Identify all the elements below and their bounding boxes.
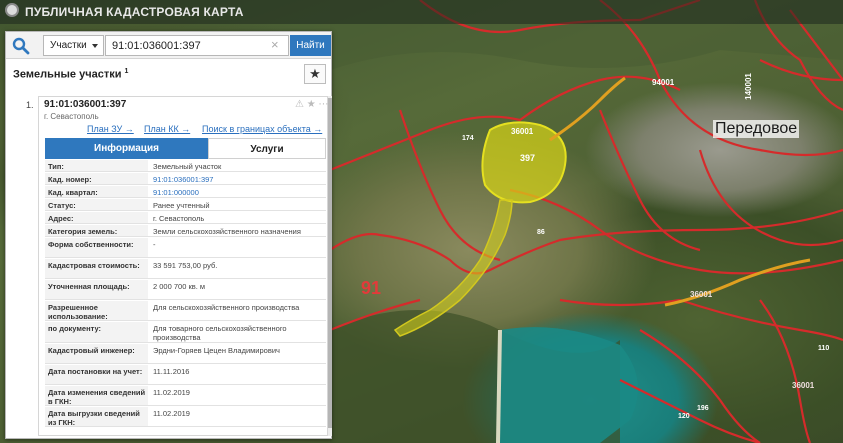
attribute-value: Для товарного сельскохозяйственного прои…	[153, 324, 287, 342]
attribute-value: Эрдни-Горяев Цецен Владимирович	[153, 346, 280, 355]
top-bar: ПУБЛИЧНАЯ КАДАСТРОВАЯ КАРТА	[0, 0, 843, 24]
attribute-value: Земельный участок	[153, 162, 222, 171]
attribute-value: -	[153, 240, 156, 249]
results-count: 1	[124, 68, 129, 75]
parcel-quarter-label: 36001	[511, 127, 534, 136]
plan-zu-link[interactable]: План ЗУ →	[87, 124, 134, 134]
attribute-key: Адрес:	[45, 212, 148, 223]
attribute-value: 33 591 753,00 руб.	[153, 261, 218, 270]
favorite-star-icon[interactable]: ★	[307, 99, 316, 110]
tab-services[interactable]: Услуги	[208, 138, 326, 159]
warning-icon[interactable]: ⚠	[295, 99, 304, 110]
results-title-text: Земельные участки	[13, 68, 122, 81]
attribute-key: Разрешенное использование:	[45, 301, 148, 321]
attribute-row: Кадастровый инженер: Эрдни-Горяев Цецен В…	[45, 344, 326, 364]
attribute-row: Дата изменения сведений в ГКН: 11.02.2019	[45, 386, 326, 406]
result-actions: ⚠ ★ ⋯	[295, 99, 329, 110]
search-icon[interactable]	[12, 37, 30, 55]
attribute-value: Земли сельскохозяйственного назначения	[153, 227, 301, 236]
find-button[interactable]: Найти	[290, 35, 331, 56]
attribute-key: Уточненная площадь:	[45, 280, 148, 299]
search-in-bounds-link[interactable]: Поиск в границах объекта →	[202, 124, 322, 134]
attribute-row: Категория земель: Земли сельскохозяйствен…	[45, 225, 326, 237]
attribute-row: Адрес: г. Севастополь	[45, 212, 326, 224]
lot-label-196: 196	[697, 405, 709, 412]
rosreestr-logo-icon	[5, 3, 19, 17]
attribute-row: Форма собственности: -	[45, 238, 326, 258]
attribute-key: Категория земель:	[45, 225, 148, 236]
lot-label-86: 86	[537, 229, 545, 236]
attribute-row: по документу: Для товарного сельскохозяйс…	[45, 322, 326, 343]
app-title: ПУБЛИЧНАЯ КАДАСТРОВАЯ КАРТА	[25, 5, 244, 19]
search-input[interactable]	[105, 35, 289, 56]
attribute-row: Кад. квартал: 91:01:000000	[45, 186, 326, 198]
parcel-number-label: 397	[520, 153, 536, 163]
result-city: г. Севастополь	[44, 112, 99, 121]
village-label: Передовое	[713, 120, 800, 138]
tab-information[interactable]: Информация	[45, 138, 208, 159]
lot-label-b: 140001	[743, 73, 753, 100]
attribute-value: Для сельскохозяйственного производства	[153, 303, 300, 312]
attribute-row: Тип: Земельный участок	[45, 160, 326, 172]
object-type-value: Участки	[50, 40, 87, 51]
attribute-key: Дата выгрузки сведений из ГКН:	[45, 407, 148, 427]
attribute-key: Дата постановки на учет:	[45, 365, 148, 384]
attribute-value[interactable]: 91:01:000000	[153, 186, 323, 197]
attribute-value[interactable]: 91:01:036001:397	[153, 173, 323, 184]
result-index: 1.	[26, 100, 34, 110]
results-title: Земельные участки 1	[13, 68, 128, 81]
attribute-value: 11.11.2016	[153, 367, 190, 376]
attribute-row: Кадастровая стоимость: 33 591 753,00 руб.	[45, 259, 326, 279]
scrollbar-thumb[interactable]	[328, 98, 332, 428]
attribute-row: Кад. номер: 91:01:036001:397	[45, 173, 326, 185]
attribute-value: 11.02.2019	[153, 409, 190, 418]
plan-kk-link[interactable]: План КК →	[144, 124, 190, 134]
result-cadastral-number[interactable]: 91:01:036001:397	[44, 99, 126, 110]
attribute-key: Форма собственности:	[45, 238, 148, 257]
attribute-key: Тип:	[45, 160, 148, 171]
lot-label-a: 94001	[652, 78, 675, 87]
region-label: 91	[361, 278, 382, 298]
quarter-label-right: 36001	[792, 381, 815, 390]
attribute-value: 11.02.2019	[153, 388, 190, 397]
search-bar: Участки × Найти	[6, 32, 331, 59]
close-icon[interactable]: ×	[271, 37, 279, 52]
road-north	[549, 76, 626, 142]
attribute-key: Кадастровая стоимость:	[45, 259, 148, 278]
search-panel: Участки × Найти Земельные участки 1 ★ 1.…	[5, 31, 332, 439]
attribute-row: Дата выгрузки сведений из ГКН: 11.02.2019	[45, 407, 326, 427]
attribute-row: Дата постановки на учет: 11.11.2016	[45, 365, 326, 385]
attribute-row: Уточненная площадь: 2 000 700 кв. м	[45, 280, 326, 300]
lot-label-110: 110	[818, 345, 830, 352]
attribute-value: 2 000 700 кв. м	[153, 282, 206, 291]
attribute-row: Статус: Ранее учтенный	[45, 199, 326, 211]
attribute-row: Разрешенное использование: Для сельскохоз…	[45, 301, 326, 321]
attribute-value: г. Севастополь	[153, 214, 205, 223]
attribute-key: Кад. квартал:	[45, 186, 148, 197]
attribute-key: Дата изменения сведений в ГКН:	[45, 386, 148, 406]
attribute-value: Ранее учтенный	[153, 201, 210, 210]
quarter-label-left: 36001	[690, 290, 713, 299]
attributes-table: Тип: Земельный участок Кад. номер: 91:01:03…	[45, 160, 326, 436]
chevron-down-icon	[92, 44, 98, 48]
star-icon: ★	[309, 66, 321, 81]
attribute-key: Статус:	[45, 199, 148, 210]
lot-label-120: 120	[678, 413, 690, 420]
lot-label-174: 174	[462, 135, 474, 142]
object-type-select[interactable]: Участки	[43, 35, 104, 56]
bookmark-button[interactable]: ★	[304, 64, 326, 84]
attribute-key: по документу:	[45, 322, 148, 342]
attribute-key: Кадастровый инженер:	[45, 344, 148, 363]
more-icon[interactable]: ⋯	[319, 99, 329, 110]
causeway	[496, 329, 502, 443]
attribute-key: Кад. номер:	[45, 173, 148, 184]
